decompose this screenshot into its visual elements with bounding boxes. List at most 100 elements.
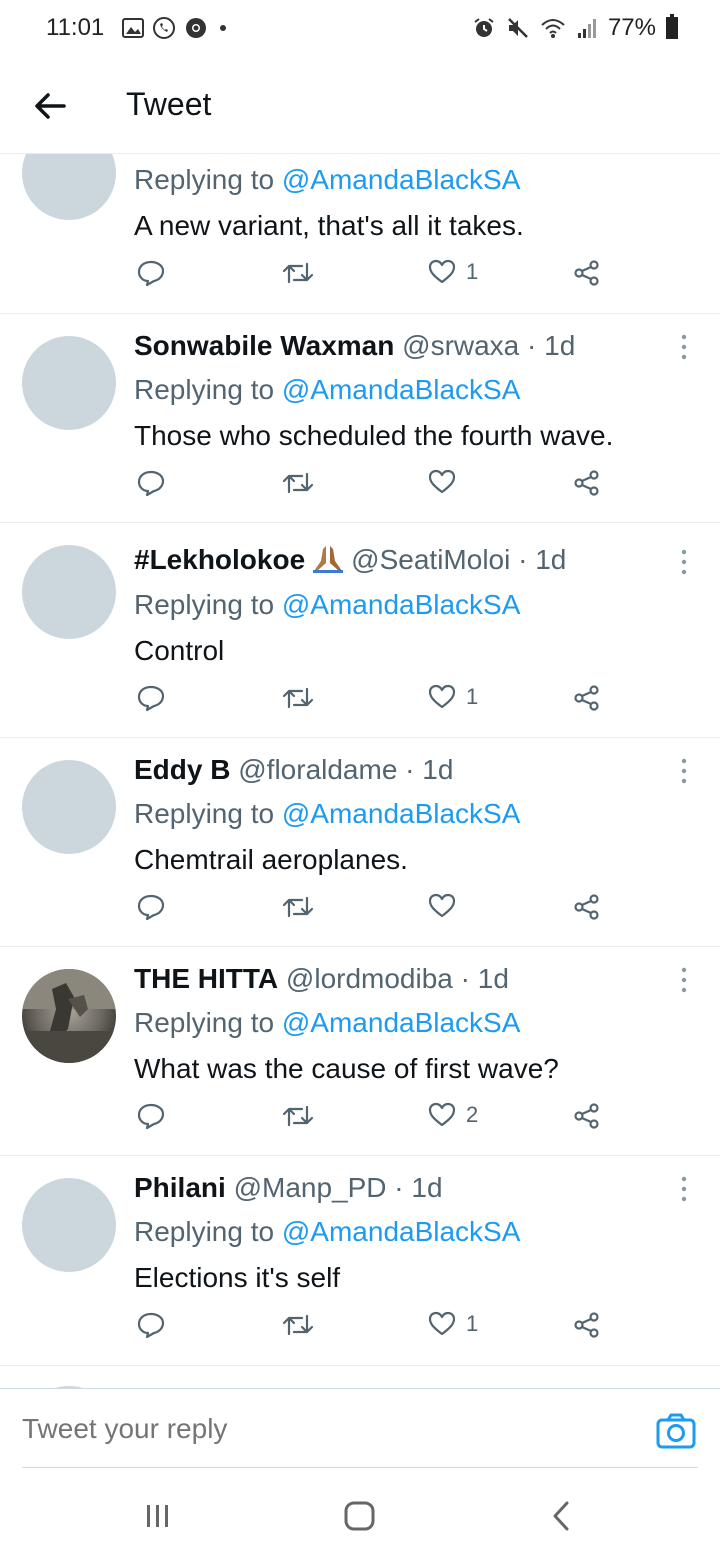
more-options-icon[interactable] [676,332,692,362]
avatar[interactable] [22,545,116,639]
handle[interactable]: @SeatiMoloi [351,544,510,575]
heart-icon [428,893,456,918]
share-icon [574,1103,599,1129]
tweet-item[interactable] [0,1366,720,1388]
retweet-icon [282,262,314,284]
display-name[interactable]: Philani [134,1172,226,1203]
page-title: Tweet [126,86,212,122]
tweet-actions: 1 [0,683,720,723]
reply-icon [137,685,165,712]
tweet-item[interactable]: #Lekholokoe @SeatiMoloi · 1d Replying to … [0,523,720,738]
like-count: 1 [466,684,479,709]
reply-button[interactable] [136,258,166,288]
whatsapp-icon [153,17,175,39]
retweet-button[interactable] [282,683,314,713]
like-count: 1 [466,259,479,284]
praying-hands-icon [313,546,344,573]
gallery-icon [122,18,144,38]
reply-icon [137,1312,165,1339]
mention-link[interactable]: @AmandaBlackSA [282,164,521,195]
tweet-text: Control [134,635,225,666]
reply-feed[interactable]: Replying to @AmandaBlackSA A new variant… [0,154,720,1388]
like-button[interactable] [428,892,466,920]
like-button[interactable] [428,468,466,496]
system-nav-bar [0,1470,720,1560]
tweet-text: Elections it's self [134,1262,341,1293]
share-button[interactable] [572,683,602,713]
avatar[interactable] [22,154,116,220]
mention-link[interactable]: @AmandaBlackSA [282,798,521,829]
retweet-icon [282,1314,314,1336]
heart-icon [428,1311,456,1336]
tweet-item[interactable]: Sonwabile Waxman @srwaxa · 1d Replying t… [0,314,720,523]
display-name[interactable]: THE HITTA [134,963,278,994]
avatar[interactable] [22,336,116,430]
replying-to: Replying to @AmandaBlackSA [134,374,521,405]
share-button[interactable] [572,892,602,922]
share-icon [574,1312,599,1338]
back-nav-icon[interactable] [542,1500,582,1532]
retweet-icon [282,1105,314,1127]
handle[interactable]: @srwaxa [402,330,519,361]
share-button[interactable] [572,258,602,288]
display-name[interactable]: #Lekholokoe [134,544,305,575]
share-button[interactable] [572,468,602,498]
like-button[interactable]: 1 [428,258,478,286]
handle[interactable]: @floraldame [238,754,397,785]
retweet-button[interactable] [282,258,314,288]
tweet-item[interactable]: Eddy B @floraldame · 1d Replying to @Ama… [0,738,720,947]
avatar[interactable] [22,760,116,854]
tweet-header: Sonwabile Waxman @srwaxa · 1d [134,330,575,362]
display-name[interactable]: Eddy B [134,754,230,785]
reply-icon [137,470,165,497]
mention-link[interactable]: @AmandaBlackSA [282,374,521,405]
handle[interactable]: @lordmodiba [286,963,453,994]
handle[interactable]: @Manp_PD [234,1172,387,1203]
reply-button[interactable] [136,683,166,713]
retweet-button[interactable] [282,468,314,498]
heart-icon [428,259,456,284]
display-name[interactable]: Sonwabile Waxman [134,330,394,361]
timestamp: · 1d [510,544,567,575]
mention-link[interactable]: @AmandaBlackSA [282,589,521,620]
more-options-icon[interactable] [676,756,692,786]
tweet-item[interactable]: Philani @Manp_PD · 1d Replying to @Amand… [0,1156,720,1366]
recent-apps-icon[interactable] [138,1500,178,1532]
reply-button[interactable] [136,1310,166,1340]
reply-icon [137,260,165,287]
share-button[interactable] [572,1310,602,1340]
tweet-text: A new variant, that's all it takes. [134,210,524,241]
like-button[interactable]: 2 [428,1101,478,1129]
heart-icon [428,469,456,494]
retweet-button[interactable] [282,892,314,922]
like-button[interactable]: 1 [428,1310,478,1338]
reply-button[interactable] [136,892,166,922]
more-options-icon[interactable] [676,965,692,995]
avatar[interactable] [22,969,116,1063]
dot-icon [220,25,226,31]
retweet-button[interactable] [282,1101,314,1131]
tweet-item[interactable]: Replying to @AmandaBlackSA A new variant… [0,154,720,314]
reply-button[interactable] [136,468,166,498]
share-button[interactable] [572,1101,602,1131]
mention-link[interactable]: @AmandaBlackSA [282,1216,521,1247]
more-options-icon[interactable] [676,547,692,577]
timestamp: · 1d [397,754,454,785]
more-options-icon[interactable] [676,1174,692,1204]
tweet-item[interactable]: THE HITTA @lordmodiba · 1d Replying to @… [0,947,720,1156]
home-icon[interactable] [340,1500,380,1532]
back-arrow-icon[interactable] [30,86,70,126]
reply-input[interactable] [22,1403,632,1455]
camera-icon[interactable] [656,1413,696,1449]
heart-icon [428,684,456,709]
tweet-actions [0,468,720,508]
like-button[interactable]: 1 [428,683,478,711]
tweet-actions [0,892,720,932]
tweet-text: Chemtrail aeroplanes. [134,844,408,875]
reply-button[interactable] [136,1101,166,1131]
mention-link[interactable]: @AmandaBlackSA [282,1007,521,1038]
avatar[interactable] [22,1178,116,1272]
tweet-actions: 2 [0,1101,720,1141]
signal-icon [577,19,596,38]
retweet-button[interactable] [282,1310,314,1340]
